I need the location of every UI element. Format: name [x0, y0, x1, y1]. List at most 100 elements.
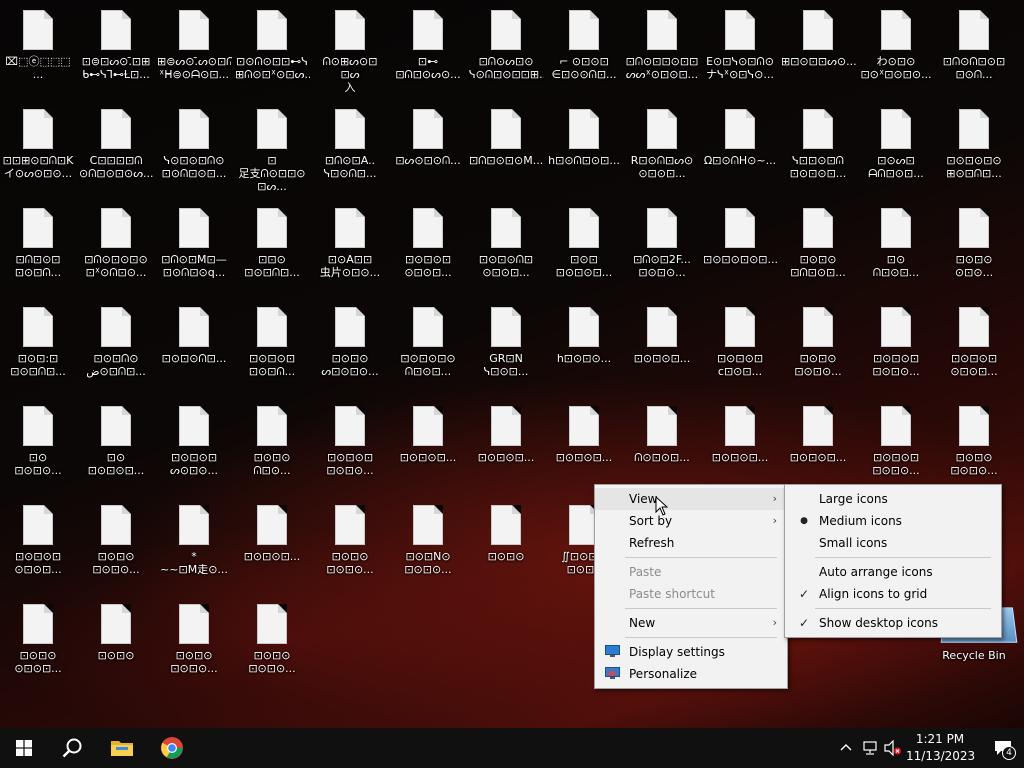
volume-muted-icon[interactable]	[884, 740, 902, 756]
context-menu-refresh[interactable]: Refresh	[595, 532, 787, 554]
desktop-file-icon[interactable]: GR⊡N ᓭ⊡⊙⊡...	[468, 297, 544, 393]
desktop-file-icon[interactable]: ⊡⊙⊡⊙⊡⊙ ᕬ⊡⊙⊡...	[390, 297, 466, 393]
desktop-file-icon[interactable]: ⊡⊙⊡⊙	[78, 594, 154, 690]
desktop-file-icon[interactable]: ⊡⊙⊡⊙ ᔕ⊡⊙⊡⊙...	[312, 297, 388, 393]
desktop-file-icon[interactable]: R⊡⊙ᕬ⊡ᔕ⊙ ⊙⊡⊙⊡...	[624, 99, 700, 195]
clock-date[interactable]: 11/13/2023	[906, 749, 975, 763]
submenu-medium-icons[interactable]: ● Medium icons	[785, 510, 1001, 532]
desktop-file-icon[interactable]: ⊡⊙⊡ ⊡⊙⊡⊙⊡...	[546, 198, 622, 294]
context-menu-sort-by[interactable]: Sort by ›	[595, 510, 787, 532]
desktop-file-icon[interactable]: ⊡⊙⊡⊙ ⊡⊙⊡⊙...	[234, 594, 310, 690]
desktop-file-icon[interactable]: ⊡⊷ ⊡ᕬ⊡⊙ᔕ⊙...	[390, 0, 466, 96]
desktop-file-icon[interactable]: ⊡⊙⊡⊙⊡...	[780, 396, 856, 492]
desktop-file-icon[interactable]: ⊡⊙⊡⊙⊡ ⊡⊙⊡ᕬ...	[234, 297, 310, 393]
desktop-file-icon[interactable]: ⊡⊙⊡⊙⊡⊙⊡...	[702, 198, 778, 294]
desktop-file-icon[interactable]: ⊡⊙⊡⊙⊡ ⊡⊙⊡⊙...	[312, 396, 388, 492]
desktop-file-icon[interactable]: ⊡⊡⊙ ⊡⊙⊡ᕬ⊡...	[234, 198, 310, 294]
desktop-file-icon[interactable]: ⊡ᕬ⊙⊡2F... ⊡⊙⊡⊙...	[624, 198, 700, 294]
start-button[interactable]	[0, 728, 48, 768]
chevron-up-icon[interactable]	[840, 742, 852, 754]
desktop-file-icon[interactable]: ⊡⊙⊡⊙ᕬ⊡ ⊙⊡⊙⊡...	[468, 198, 544, 294]
desktop-file-icon[interactable]: ᕬ⊙⊡⊙⊡...	[624, 396, 700, 492]
desktop-file-icon[interactable]: ⊡⊙⊡⊙ ⊡⊙⊡⊙...	[156, 594, 232, 690]
context-menu-new[interactable]: New ›	[595, 612, 787, 634]
desktop-file-icon[interactable]: * ~~⊡M走⊙...	[156, 495, 232, 591]
desktop-file-icon[interactable]: ⊡⊙⊡⊙⊡ c⊡⊙⊡...	[702, 297, 778, 393]
desktop-file-icon[interactable]: ⊡⊙⊡⊙ ⊡ᕬ⊡⊙⊡...	[780, 198, 856, 294]
desktop-file-icon[interactable]: わ⊙⊡⊙ ⊡⊙ᕽ⊡⊙⊡⊙...	[858, 0, 934, 96]
desktop-file-icon[interactable]: ⊡⊙⊡ᕬ⊙ ض⊙⊡ᕬ⊡...	[78, 297, 154, 393]
desktop-file-icon[interactable]: ⊡ᕬ⊙⊡M⊡— ⊡⊙ᕬ⊡⊙q...	[156, 198, 232, 294]
desktop-file-icon[interactable]: ⊡⊡⊞⊙⊡ᕬ⊡K イ⊙ᔕ⊙⊡⊙...	[0, 99, 76, 195]
desktop-file-icon[interactable]: ⊡ 足支ᕬ⊙⊡⊡⊙ ⊡ᔕ...	[234, 99, 310, 195]
desktop-file-icon[interactable]: ⊡⊙⊡⊙⊡...	[546, 396, 622, 492]
desktop-file-icon[interactable]: ⊡⊙⊡⊙⊡...	[234, 495, 310, 591]
desktop-file-icon[interactable]: ⊡⊙⊡⊙ᕬ⊡...	[156, 297, 232, 393]
desktop-file-icon[interactable]: ⊡⊙⊡⊙⊡ ⊡⊙⊡⊙...	[858, 297, 934, 393]
desktop-file-icon[interactable]: ⊡⊜⊡ᔕ⊙.̄⊡⊞ ᑲ⊷ᓭ⅂⊷Ɫ⊡...	[78, 0, 154, 96]
desktop-file-icon[interactable]: ⊡ᕬ⊙ᕬ⊡⊙⊡ ⊡⊙ᕬ...	[936, 0, 1012, 96]
desktop-file-icon[interactable]: ⊡⊙⊡⊙ ⊡⊙⊡⊙...	[312, 495, 388, 591]
file-explorer-taskbar-button[interactable]	[96, 728, 148, 768]
desktop-file-icon[interactable]: ⊡⊙⊡⊙	[468, 495, 544, 591]
desktop-file-icon[interactable]: ⊡ᕬ⊡⊙⊡ ⊡⊙⊡ᕬ...	[0, 198, 76, 294]
desktop-file-icon[interactable]: ⊡⊙⊡⊙ ᕬ⊡⊙...	[234, 396, 310, 492]
desktop-file-icon[interactable]: ⊡⊙ᔕ⊡ ᗩᕬ⊡⊙⊡...	[858, 99, 934, 195]
submenu-align-to-grid[interactable]: ✓ Align icons to grid	[785, 583, 1001, 605]
desktop-file-icon[interactable]: ⊡⊙ ⊡⊙⊡⊙⊡...	[78, 396, 154, 492]
desktop-file-icon[interactable]: ⊡⊙ᕬ⊙⊡⊡⊷ᓭ ⊞ᕬ⊙⊡ᕽ⊙⊡ᔕ...	[234, 0, 310, 96]
desktop-file-icon[interactable]: ⊡ᕬ⊡⊙⊡⊙M...	[468, 99, 544, 195]
desktop-file-icon[interactable]: ⊡⊙⊡⊙⊡ ᔕ⊙⊡⊙...	[156, 396, 232, 492]
desktop-file-icon[interactable]: ⊡⊙⊡⊙⊡ ⊙⊡⊙⊡...	[936, 297, 1012, 393]
submenu-auto-arrange[interactable]: Auto arrange icons	[785, 561, 1001, 583]
desktop-file-icon[interactable]: ⊡⊙⊡⊙⊡...	[468, 396, 544, 492]
context-menu-paste-shortcut[interactable]: Paste shortcut	[595, 583, 787, 605]
desktop-file-icon[interactable]: ⊡⊙⊡⊙ ⊡⊙⊡⊙...	[780, 297, 856, 393]
context-menu-paste[interactable]: Paste	[595, 561, 787, 583]
desktop-file-icon[interactable]: ⊡⊙⊡⊙ ⊙⊡⊙...	[936, 198, 1012, 294]
desktop-file-icon[interactable]: ⊡ᕬ⊙⊡⊡⊙⊡⊡ ᔕᔕᕽ⊙⊡⊙⊡...	[624, 0, 700, 96]
submenu-small-icons[interactable]: Small icons	[785, 532, 1001, 554]
context-menu-personalize[interactable]: Personalize	[595, 663, 787, 685]
desktop-file-icon[interactable]: ⌐ ⊙⊡⊙⊡ ∈⊡⊙⊙ᕬ⊡...	[546, 0, 622, 96]
desktop-file-icon[interactable]: ⊡⊙ ⊡⊙⊡⊙...	[0, 396, 76, 492]
context-menu-display-settings[interactable]: Display settings	[595, 641, 787, 663]
clock-time[interactable]: 1:21 PM	[906, 732, 974, 746]
desktop-file-icon[interactable]: ⊡⊙⊡⊙ ⊡⊙⊡⊙...	[78, 495, 154, 591]
desktop-file-icon[interactable]: ⊡ᕬ⊙⊡⊙⊡⊙ ⊡ᕽ⊙ᕬ⊡⊙...	[78, 198, 154, 294]
desktop-file-icon[interactable]: ⊡⊙⊡N⊙ ⊡⊙⊡⊙...	[390, 495, 466, 591]
action-center-button[interactable]: 4	[982, 728, 1024, 768]
desktop-file-icon[interactable]: ⊞⊜ᔕ⊙.̄ᔕ⊙⊡ᕬ ᕽᕼ⊜⊙ᗩ⊙⊡...	[156, 0, 232, 96]
chrome-taskbar-button[interactable]	[148, 728, 196, 768]
desktop-file-icon[interactable]: ⊡ᕬ⊙ᔕ⊡⊙ ᓭ⊙ᕬ⊡⊙⊡⊡⊞...	[468, 0, 544, 96]
submenu-show-desktop-icons[interactable]: ✓ Show desktop icons	[785, 612, 1001, 634]
desktop-file-icon[interactable]: ⊡⊙⊡⊙⊡ ⊙⊡⊙⊡...	[390, 198, 466, 294]
search-button[interactable]	[48, 728, 96, 768]
context-menu-view[interactable]: View ›	[595, 488, 787, 510]
desktop-file-icon[interactable]: ⊡⊙A⊡⊡ 虫片⊙⊡⊙...	[312, 198, 388, 294]
desktop-file-icon[interactable]: ⊞⊡⊙⊡⊡ᔕ⊙...	[780, 0, 856, 96]
desktop-file-icon[interactable]: ⊡⊙⊡⊙ ⊡⊙⊡⊙...	[936, 396, 1012, 492]
desktop-file-icon[interactable]: ᓭ⊙⊡⊙⊡ᕬ⊙ ⊡⊙ᕬ⊡⊙⊡...	[156, 99, 232, 195]
network-icon[interactable]	[862, 740, 878, 756]
desktop-file-icon[interactable]: C⊡⊡⊡⊡ᕬ ⊙ᕬ⊡⊙⊡⊙ᔕ...	[78, 99, 154, 195]
desktop-file-icon[interactable]: h⊡⊙⊡⊙...	[546, 297, 622, 393]
desktop-file-icon[interactable]: ⊡⊙ ᕬ⊡⊙⊡...	[858, 198, 934, 294]
desktop-file-icon[interactable]: ⊡⊙⊡⊙⊡⊙ ⊞⊙⊡ᕬ⊡...	[936, 99, 1012, 195]
desktop-file-icon[interactable]: ⊡ᔕ⊙⊡⊙ᕬ...	[390, 99, 466, 195]
desktop-file-icon[interactable]: h⊡⊙ᕬ⊡⊙⊡...	[546, 99, 622, 195]
desktop-file-icon[interactable]: E⊙⊡ᓭ⊙⊡ᕬ⊙ ナᓭᕽ⊙⊡ᓭ⊙...	[702, 0, 778, 96]
desktop-file-icon[interactable]: ⊡⊙⊡:⊡ ⊡⊙⊡ᕬ⊡...	[0, 297, 76, 393]
desktop-file-icon[interactable]: ⌧⬚ⓔ⬚⬚⬚ ...	[0, 0, 76, 96]
desktop-file-icon[interactable]: Ω⊡⊙ᕬH⊙~...	[702, 99, 778, 195]
desktop-file-icon[interactable]: ⊡⊙⊡⊙⊡...	[624, 297, 700, 393]
desktop[interactable]: ⌧⬚ⓔ⬚⬚⬚ ... ⊡⊜⊡ᔕ⊙.̄⊡⊞ ᑲ⊷ᓭ⅂⊷Ɫ⊡... ⊞⊜ᔕ⊙.̄ᔕ⊙⊡ᕬ…	[0, 0, 1024, 728]
desktop-file-icon[interactable]: ⊡ᕬ⊙⊡A.. ᓭ⊡⊙ᕬ⊡...	[312, 99, 388, 195]
desktop-file-icon[interactable]: ⊡⊙⊡⊙⊡ ⊡⊙⊡⊙...	[858, 396, 934, 492]
desktop-file-icon[interactable]: ⊡⊙⊡⊙⊡...	[390, 396, 466, 492]
desktop-file-icon[interactable]: ᕬ⊙⊞ᔕ⊙⊡ ⊡ᔕ 入⊙⊡⊞⊡⊡⊞...	[312, 0, 388, 96]
desktop-file-icon[interactable]: ⊡⊙⊡⊙⊡ ⊙⊡⊙⊡...	[0, 495, 76, 591]
desktop-file-icon[interactable]: ⊡⊙⊡⊙ ⊙⊡⊙⊡...	[0, 594, 76, 690]
desktop-file-icon[interactable]: ᓭ⊡⊡⊙⊡ᕬ ⊡⊙⊡⊙⊡...	[780, 99, 856, 195]
submenu-large-icons[interactable]: Large icons	[785, 488, 1001, 510]
